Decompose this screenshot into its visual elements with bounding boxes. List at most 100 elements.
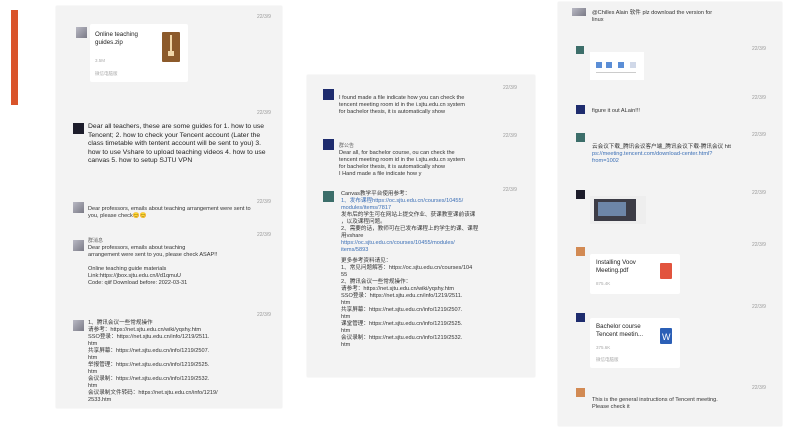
avatar [73, 123, 84, 134]
message-line: 1、腾讯会议一些常规操作 [88, 320, 153, 326]
message-line: 请参考：https://net.sjtu.edu.cn/wiki/yqshy.h… [341, 286, 455, 292]
chat-screenshot-right: @Chilles Alain 软件 plz download the versi… [558, 2, 782, 426]
message-line: 共享屏幕：https://net.sjtu.edu.cn/info/1219/2… [88, 348, 210, 354]
message-block: 1、腾讯会议一些常规操作 请参考：https://net.sjtu.edu.cn… [88, 320, 270, 404]
message-line: 发布后的学生可在网站上提交作业、获课教室课前该课 [341, 212, 476, 218]
message-line: @Chilles Alain 软件 plz download the versi… [592, 10, 713, 16]
message-block: This is the general instructions of Tenc… [592, 397, 772, 411]
message-line[interactable]: 1、发布课程https://oc.sjtu.edu.cn/courses/104… [341, 198, 527, 205]
svg-text:W: W [662, 332, 671, 342]
message-line: htm [341, 342, 351, 348]
message-line: SSO登录：https://net.sjtu.edu.cn/info/1219/… [341, 293, 463, 299]
file-source: 微信电脑版 [95, 71, 118, 76]
message-line: 会议录制文件转码：https://net.sjtu.edu.cn/info/12… [88, 390, 218, 396]
file-size: 3.5M [95, 58, 106, 63]
avatar [323, 139, 334, 150]
message-line: Link:https://jbox.sjtu.edu.cn/l/d1qmuU [88, 273, 181, 279]
file-card-zip[interactable]: Online teaching guides.zip 3.5M 微信电脑版 [90, 24, 188, 82]
message-block: @Chilles Alain 软件 plz download the versi… [592, 10, 768, 24]
message-line: arrangement were sent to you, please che… [88, 252, 218, 258]
message-time: 22/3/9 [257, 14, 271, 20]
message-line: ，以及课程问题。 [341, 219, 386, 225]
avatar [323, 89, 334, 100]
message-time: 22/3/9 [503, 85, 517, 91]
avatar [576, 313, 585, 322]
message-time: 22/3/9 [752, 132, 766, 138]
message-block: 云会议下载_腾讯会议客户端_腾讯会议下载-腾讯会议 htt ps://meeti… [592, 144, 776, 165]
message-line[interactable]: https://oc.sjtu.edu.cn/courses/10455/mod… [341, 240, 527, 247]
message-line: htm [88, 369, 98, 375]
message-line: Code: qiif Download before: 2022-03-31 [88, 280, 188, 286]
message-line: 云会议下载_腾讯会议客户端_腾讯会议下载-腾讯会议 htt [592, 144, 731, 150]
message-line: Online teaching guide materials [88, 266, 167, 272]
chat-screenshot-left: 22/3/9 Online teaching guides.zip 3.5M 微… [56, 6, 282, 408]
message-line: 2533.htm [88, 397, 112, 403]
message-line: 用vshare [341, 233, 364, 239]
message-line: I Hand made a file indicate how y [339, 171, 422, 177]
message-time: 22/3/9 [257, 312, 271, 318]
file-size: 875.4K [596, 281, 611, 286]
message-line[interactable]: ps://meeting.tencent.com/download-center… [592, 151, 776, 158]
message-block: 群公告 Dear all, for bachelor course, ou ca… [339, 143, 529, 178]
avatar [572, 8, 586, 16]
message-text: Dear professors, emails about teaching a… [88, 206, 251, 219]
message-line: htm [88, 383, 98, 389]
message-line: Canvas教学平台使用参考： [341, 191, 411, 197]
avatar [576, 46, 584, 54]
message-line: 1、常见问题解答：https://oc.sjtu.edu.cn/courses/… [341, 265, 473, 271]
file-card-word[interactable]: Bachelor course Tencent meetin... 375.6K… [590, 318, 680, 368]
message-time: 22/3/9 [257, 199, 271, 205]
message-time: 22/3/9 [503, 133, 517, 139]
sender-name: 群消息 [88, 238, 104, 244]
message-line: htm [341, 328, 351, 334]
message-line: htm [88, 341, 98, 347]
image-thumbnail[interactable] [590, 196, 646, 224]
message-time: 22/3/9 [752, 95, 766, 101]
message-line: htm [341, 300, 351, 306]
message-line: 共享屏幕：https://net.sjtu.edu.cn/info/1219/2… [341, 307, 463, 313]
image-thumbnail[interactable] [590, 52, 644, 80]
avatar [576, 133, 585, 142]
message-line: 课堂管理：https://net.sjtu.edu.cn/info/1219/2… [341, 321, 463, 327]
message-block: 群消息 Dear professors, emails about teachi… [88, 238, 268, 287]
message-line [88, 259, 268, 266]
file-name: Installing Voov Meeting.pdf [596, 259, 636, 274]
message-line: 更多参考资料请见： [341, 258, 392, 264]
message-line: 会议录制：https://net.sjtu.edu.cn/info/1219/2… [341, 335, 463, 341]
message-line: Please check it [592, 404, 630, 410]
message-time: 22/3/9 [752, 242, 766, 248]
file-source: 微信电脑版 [596, 357, 619, 362]
message-line[interactable]: from=1002 [592, 158, 776, 165]
accent-bar [11, 10, 18, 105]
message-line: This is the general instructions of Tenc… [592, 397, 718, 403]
message-line: I found made a file indicate how you can… [339, 95, 465, 101]
message-line: 会议录制：https://net.sjtu.edu.cn/info/1219/2… [88, 376, 210, 382]
message-text: Dear all teachers, these are some guides… [88, 123, 266, 165]
message-time: 22/3/9 [752, 304, 766, 310]
sender-name: 群公告 [339, 143, 355, 149]
message-line: Dear all, for bachelor course, ou can ch… [339, 150, 455, 156]
file-card-pdf[interactable]: Installing Voov Meeting.pdf 875.4K [590, 254, 680, 294]
message-line[interactable]: items/5893 [341, 247, 527, 254]
avatar [73, 240, 84, 251]
message-line: 举报管理：https://net.sjtu.edu.cn/info/1219/2… [88, 362, 210, 368]
avatar [73, 202, 84, 213]
message-line: linux [592, 17, 604, 23]
message-time: 22/3/9 [752, 385, 766, 391]
avatar [73, 320, 84, 331]
message-line: tencent meeting room id in the i.sjtu.ed… [339, 102, 465, 108]
message-line: htm [88, 355, 98, 361]
message-line: tencent meeting room id in the i.sjtu.ed… [339, 157, 465, 163]
file-name: Online teaching guides.zip [95, 31, 138, 46]
avatar [576, 388, 585, 397]
avatar [576, 247, 585, 256]
message-line[interactable]: modules/items/7817 [341, 205, 527, 212]
avatar [576, 105, 585, 114]
message-line: for bachelor thesis, it is automatically… [339, 109, 446, 115]
message-line: Dear professors, emails about teaching [88, 245, 186, 251]
message-line: for bachelor thesis, it is automatically… [339, 164, 446, 170]
avatar [576, 190, 585, 199]
zip-file-icon [162, 32, 180, 62]
message-line: SSO登录：https://net.sjtu.edu.cn/info/1219/… [88, 334, 210, 340]
avatar [76, 27, 87, 38]
